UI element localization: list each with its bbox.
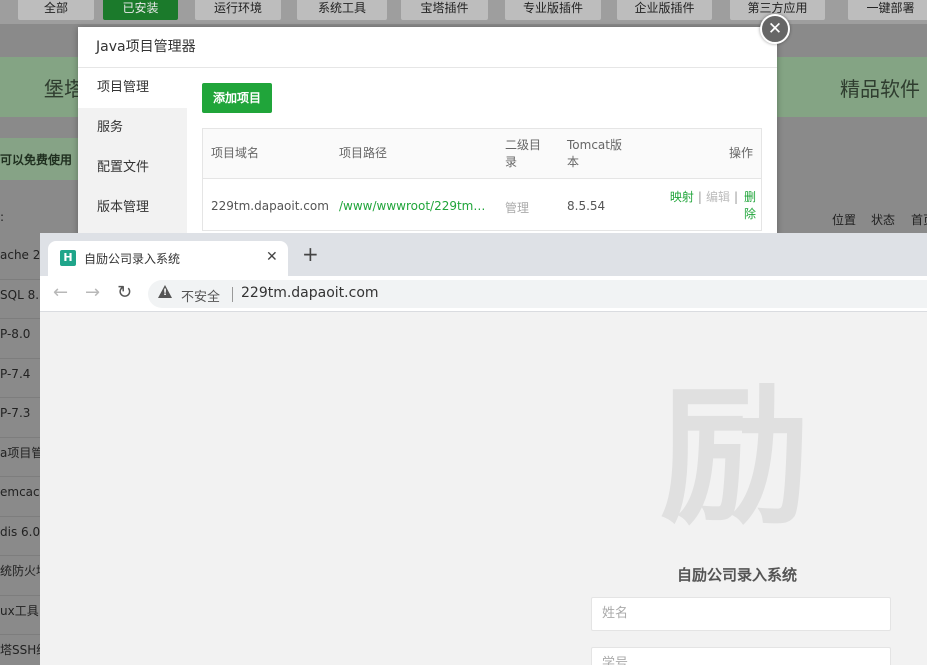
watermark-logo-character: 励 [660, 371, 811, 545]
cell-tomcat-version: 8.5.54 [567, 199, 606, 213]
list-item: a项目管 [0, 438, 42, 477]
system-title: 自励公司录入系统 [677, 566, 798, 584]
free-use-text: 可以免费使用 [0, 153, 73, 167]
security-status-label[interactable]: 不安全 [181, 286, 220, 305]
add-project-button[interactable]: 添加项目 [202, 83, 272, 113]
tab-enterprise-plugins[interactable]: 企业版插件 [617, 0, 712, 20]
list-item: 塔SSH终 [0, 635, 42, 665]
list-item: emcach [0, 477, 42, 517]
header-domain: 项目域名 [211, 146, 260, 160]
list-item: ux工具 [0, 596, 42, 635]
address-bar[interactable]: ! 不安全 229tm.dapaoit.com [148, 280, 927, 308]
reload-icon[interactable]: ↻ [117, 284, 132, 302]
browser-tab[interactable]: H 自励公司录入系统 ✕ [48, 241, 288, 276]
column-header-home: 首页 [911, 213, 927, 227]
address-separator [232, 287, 233, 302]
column-header-location: 位置 [832, 213, 857, 227]
list-item: dis 6.0. [0, 517, 42, 556]
list-item: 统防火墙 [0, 556, 42, 596]
ops-separator: | [697, 190, 702, 204]
tab-installed[interactable]: 已安装 [103, 0, 178, 20]
list-item: P-8.0 [0, 319, 42, 359]
tab-bt-plugins[interactable]: 宝塔插件 [401, 0, 488, 20]
header-path: 项目路径 [339, 146, 388, 160]
browser-toolbar: ← → ↻ ! 不安全 229tm.dapaoit.com [40, 276, 927, 312]
table-header-row: 项目域名 项目路径 二级目录 Tomcat版本 操作 [203, 129, 761, 179]
list-item: P-7.4 [0, 359, 42, 398]
forward-arrow-icon[interactable]: → [85, 284, 100, 302]
browser-tabstrip: H 自励公司录入系统 ✕ + [40, 233, 927, 276]
header-tomcat-version: Tomcat版本 [567, 138, 622, 169]
student-id-input[interactable]: 学号 [591, 647, 891, 665]
sidebar-item-project-management[interactable]: 项目管理 [78, 68, 187, 108]
tab-one-click-deploy[interactable]: 一键部署 [848, 0, 927, 20]
cell-domain: 229tm.dapaoit.com [211, 199, 329, 213]
name-input[interactable]: 姓名 [591, 597, 891, 631]
url-text[interactable]: 229tm.dapaoit.com [241, 285, 379, 301]
row-operations: 映射 | 编辑 | 删除 [646, 189, 756, 223]
dialog-title: Java项目管理器 [78, 27, 777, 68]
edit-link[interactable]: 编辑 [706, 190, 730, 204]
page-viewport: 励 自励公司录入系统 姓名 学号 [40, 313, 927, 665]
sidebar-item-service[interactable]: 服务 [78, 108, 187, 148]
tab-pro-plugins[interactable]: 专业版插件 [505, 0, 601, 20]
sidebar-item-version-management[interactable]: 版本管理 [78, 188, 187, 228]
java-project-manager-dialog: Java项目管理器 项目管理 服务 配置文件 版本管理 添加项目 项目域名 项目… [78, 27, 777, 237]
project-table: 项目域名 项目路径 二级目录 Tomcat版本 操作 229tm.dapaoit… [202, 128, 762, 231]
browser-window: H 自励公司录入系统 ✕ + ← → ↻ ! 不安全 229tm.dapaoit… [40, 233, 927, 665]
list-item: P-7.3 [0, 398, 42, 438]
ops-separator: | [733, 190, 738, 204]
header-subdir: 二级目录 [505, 138, 542, 169]
list-item: ache 2. [0, 240, 42, 280]
column-header-status: 状态 [871, 213, 896, 227]
header-operations: 操作 [729, 146, 754, 160]
installed-software-list: ache 2. SQL 8. P-8.0 P-7.4 P-7.3 a项目管 em… [0, 240, 42, 665]
site-favicon-icon: H [60, 250, 76, 266]
tab-runtime[interactable]: 运行环境 [195, 0, 281, 20]
cell-path-link[interactable]: /www/wwwroot/229tm.dapaoit.com [339, 199, 487, 213]
tab-close-icon[interactable]: ✕ [266, 249, 278, 265]
cell-subdir-manage[interactable]: 管理 [505, 199, 529, 216]
tab-all[interactable]: 全部 [18, 0, 94, 20]
back-arrow-icon[interactable]: ← [53, 284, 68, 302]
dialog-sidebar: 项目管理 服务 配置文件 版本管理 [78, 68, 187, 237]
warning-exclamation-icon: ! [163, 288, 168, 298]
list-header-fragment: : [0, 210, 5, 224]
tab-title: 自励公司录入系统 [84, 252, 181, 266]
delete-link[interactable]: 删除 [742, 189, 756, 223]
new-tab-icon[interactable]: + [302, 244, 319, 264]
tab-system-tools[interactable]: 系统工具 [297, 0, 387, 20]
banner-right-text: 精品软件 [840, 77, 920, 101]
map-link[interactable]: 映射 [670, 190, 694, 204]
sidebar-item-config-file[interactable]: 配置文件 [78, 148, 187, 188]
software-category-tabs: 全部 已安装 运行环境 系统工具 宝塔插件 专业版插件 企业版插件 第三方应用 … [0, 0, 927, 24]
list-item: SQL 8. [0, 280, 42, 319]
dialog-close-button[interactable]: ✕ [760, 14, 790, 44]
